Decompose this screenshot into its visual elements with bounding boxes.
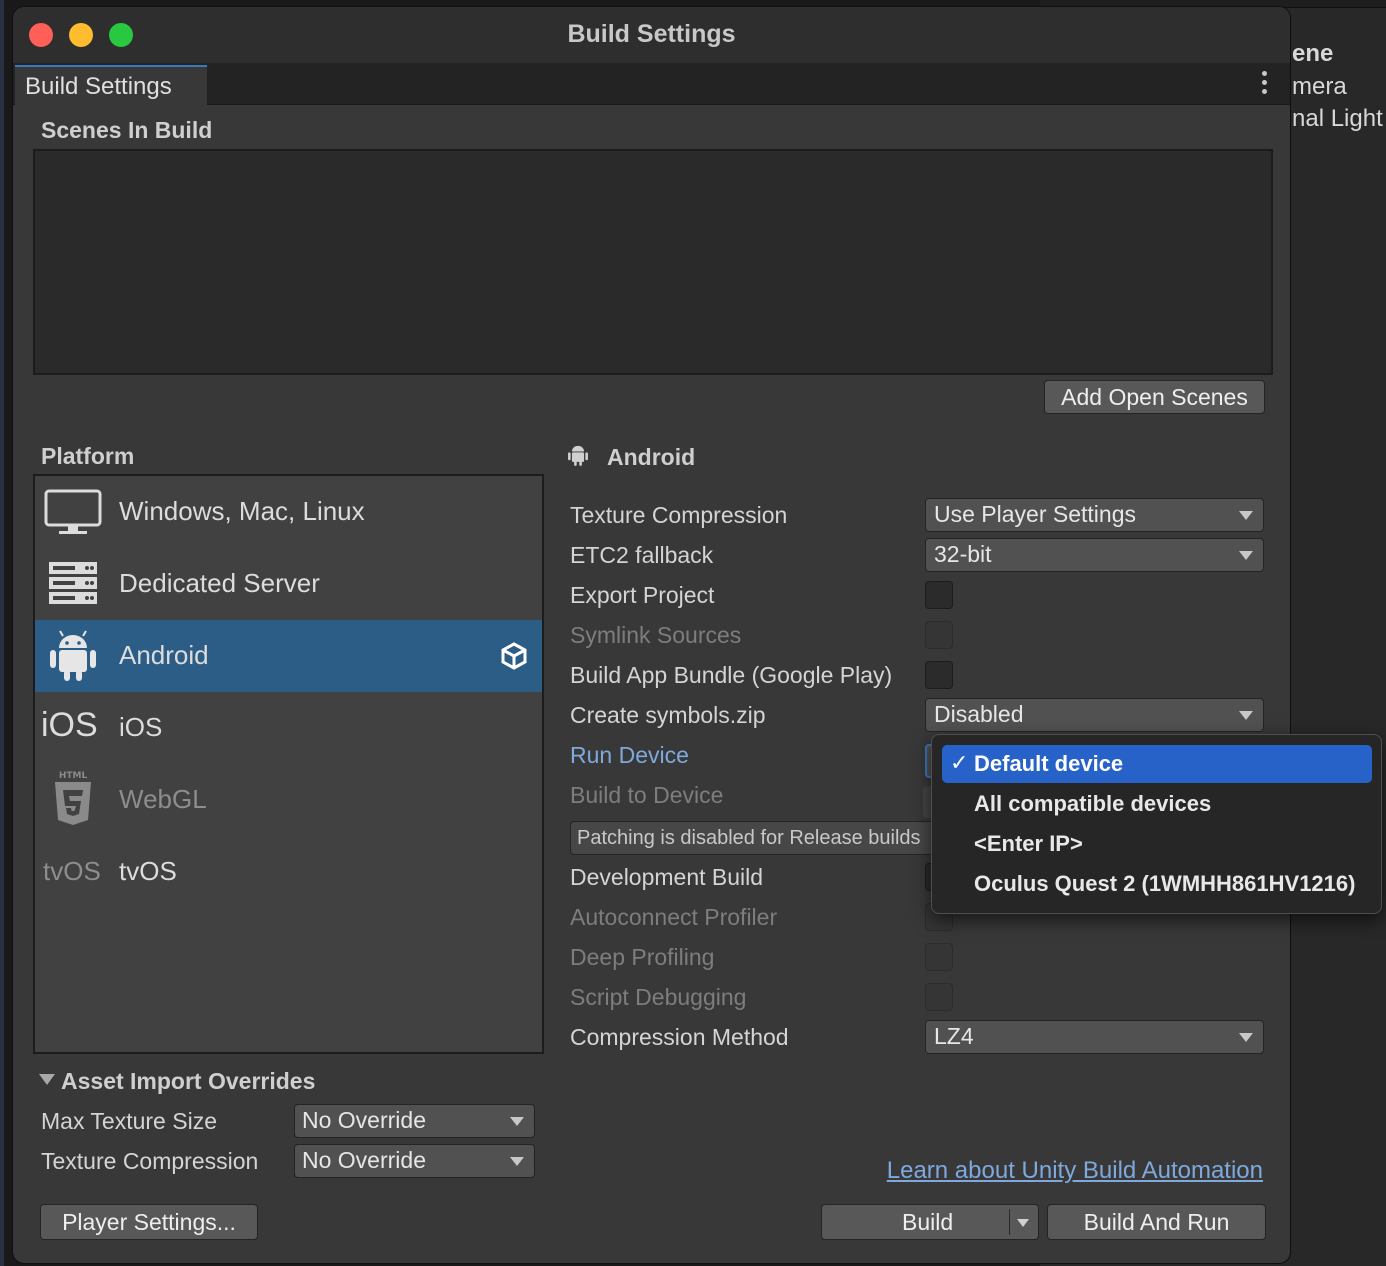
- compression-method-label: Compression Method: [570, 1024, 789, 1050]
- symlink-sources-label: Symlink Sources: [570, 622, 742, 648]
- script-debugging-label: Script Debugging: [570, 984, 747, 1010]
- platform-label-android: Android: [119, 640, 209, 670]
- menu-item-oculus-quest-2[interactable]: Oculus Quest 2 (1WMHH861HV1216): [942, 865, 1372, 903]
- monitor-icon: [44, 489, 102, 534]
- override-texture-compression-label: Texture Compression: [41, 1148, 259, 1174]
- menu-item-label: Default device: [974, 751, 1124, 776]
- chevron-down-icon: [1239, 551, 1253, 560]
- menu-item-default-device[interactable]: ✓ Default device: [942, 745, 1372, 783]
- menu-item-all-compatible-devices[interactable]: All compatible devices: [942, 785, 1372, 823]
- hierarchy-item-camera[interactable]: mera: [1292, 73, 1347, 101]
- max-texture-size-dropdown[interactable]: No Override: [294, 1104, 535, 1138]
- tab-bar: Build Settings: [13, 63, 1290, 105]
- checkmark-icon: ✓: [950, 750, 969, 775]
- platform-item-windows-mac-linux[interactable]: Windows, Mac, Linux: [35, 476, 542, 548]
- scenes-in-build-label: Scenes In Build: [41, 117, 213, 143]
- etc2-fallback-value: 32-bit: [934, 541, 992, 567]
- platform-label-tvos: tvOS: [119, 856, 177, 886]
- platform-item-ios[interactable]: iOS iOS: [35, 692, 542, 764]
- android-header-icon: [568, 445, 588, 466]
- compression-method-dropdown[interactable]: LZ4: [925, 1020, 1264, 1054]
- build-button-label: Build: [902, 1209, 954, 1235]
- build-app-bundle-checkbox[interactable]: [925, 661, 953, 689]
- export-project-checkbox[interactable]: [925, 581, 953, 609]
- server-icon: [49, 562, 97, 604]
- build-button-divider: [1009, 1209, 1010, 1235]
- max-texture-size-label: Max Texture Size: [41, 1108, 217, 1134]
- asset-import-overrides-label[interactable]: Asset Import Overrides: [61, 1068, 315, 1095]
- platform-item-tvos[interactable]: tvOS tvOS: [35, 836, 542, 908]
- build-settings-window: Build Settings Build Settings Scenes In …: [12, 6, 1291, 1264]
- more-options-icon[interactable]: [1262, 71, 1268, 98]
- run-device-label: Run Device: [570, 742, 689, 768]
- platform-label-webgl: WebGL: [119, 784, 207, 814]
- android-settings-header: Android: [607, 444, 696, 470]
- chevron-down-icon: [510, 1117, 524, 1126]
- platform-list: Windows, Mac, Linux Dedicated Server And…: [33, 474, 544, 1054]
- etc2-fallback-dropdown[interactable]: 32-bit: [925, 538, 1264, 572]
- compression-method-value: LZ4: [934, 1023, 974, 1049]
- texture-compression-dropdown[interactable]: Use Player Settings: [925, 498, 1264, 532]
- build-to-device-label: Build to Device: [570, 782, 724, 808]
- deep-profiling-label: Deep Profiling: [570, 944, 715, 970]
- editor-left-edge: [0, 0, 4, 1266]
- run-device-menu: ✓ Default device All compatible devices …: [931, 734, 1382, 914]
- build-and-run-button[interactable]: Build And Run: [1047, 1204, 1266, 1240]
- create-symbols-label: Create symbols.zip: [570, 702, 766, 728]
- autoconnect-profiler-label: Autoconnect Profiler: [570, 904, 778, 930]
- patching-info-box: Patching is disabled for Release builds: [570, 821, 940, 855]
- android-icon: [50, 630, 96, 681]
- foldout-triangle-icon[interactable]: [39, 1074, 55, 1085]
- override-texture-compression-value: No Override: [302, 1147, 426, 1173]
- override-texture-compression-dropdown[interactable]: No Override: [294, 1144, 535, 1178]
- menu-item-enter-ip[interactable]: <Enter IP>: [942, 825, 1372, 863]
- texture-compression-label: Texture Compression: [570, 502, 788, 528]
- deep-profiling-checkbox[interactable]: [925, 943, 953, 971]
- create-symbols-dropdown[interactable]: Disabled: [925, 698, 1264, 732]
- max-texture-size-value: No Override: [302, 1107, 426, 1133]
- html5-icon: HTML: [55, 771, 91, 825]
- chevron-down-icon: [1239, 711, 1253, 720]
- titlebar: Build Settings: [13, 7, 1290, 63]
- platform-item-dedicated-server[interactable]: Dedicated Server: [35, 548, 542, 620]
- window-title: Build Settings: [567, 20, 736, 48]
- build-app-bundle-label: Build App Bundle (Google Play): [570, 662, 893, 688]
- add-open-scenes-button[interactable]: Add Open Scenes: [1044, 380, 1265, 414]
- platform-item-android[interactable]: Android: [35, 620, 542, 692]
- build-options-chevron-icon[interactable]: [1017, 1219, 1029, 1227]
- chevron-down-icon: [1239, 1033, 1253, 1042]
- build-button[interactable]: Build: [821, 1204, 1039, 1240]
- chevron-down-icon: [1239, 511, 1253, 520]
- export-project-label: Export Project: [570, 582, 715, 608]
- platform-label: Platform: [41, 443, 135, 469]
- tvos-icon: tvOS: [43, 856, 101, 886]
- scenes-list[interactable]: [33, 149, 1273, 375]
- platform-label-dedicated-server: Dedicated Server: [119, 568, 320, 598]
- learn-build-automation-link[interactable]: Learn about Unity Build Automation: [887, 1157, 1263, 1185]
- ios-icon: iOS: [41, 706, 98, 744]
- hierarchy-item-light[interactable]: nal Light: [1292, 105, 1383, 133]
- etc2-fallback-label: ETC2 fallback: [570, 542, 714, 568]
- platform-label-ios: iOS: [119, 712, 163, 742]
- platform-item-webgl[interactable]: HTML WebGL: [35, 764, 542, 836]
- platform-label-windows: Windows, Mac, Linux: [119, 496, 365, 526]
- chevron-down-icon: [510, 1157, 524, 1166]
- player-settings-button[interactable]: Player Settings...: [40, 1204, 258, 1240]
- create-symbols-value: Disabled: [934, 701, 1024, 727]
- unity-logo-icon: [501, 642, 527, 670]
- svg-text:HTML: HTML: [59, 771, 88, 781]
- texture-compression-value: Use Player Settings: [934, 501, 1136, 527]
- tab-build-settings[interactable]: Build Settings: [15, 65, 207, 105]
- symlink-sources-checkbox[interactable]: [925, 621, 953, 649]
- development-build-label: Development Build: [570, 864, 764, 890]
- script-debugging-checkbox[interactable]: [925, 983, 953, 1011]
- hierarchy-item-scene[interactable]: ene: [1292, 40, 1333, 68]
